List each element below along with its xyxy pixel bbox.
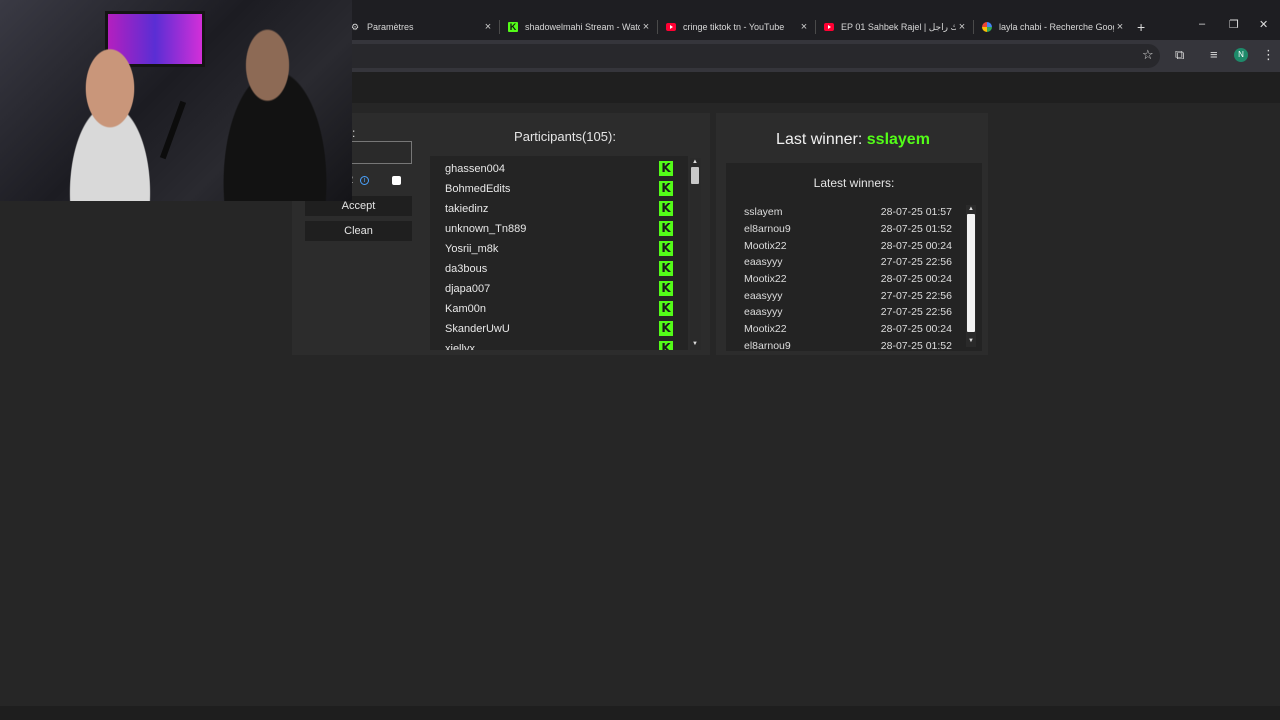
scroll-up-icon[interactable]: ▲: [692, 159, 698, 165]
scroll-down-icon[interactable]: ▼: [692, 341, 698, 347]
kick-icon: K: [659, 261, 673, 276]
bottom-bar: [0, 706, 1280, 720]
list-item: eaasyyy 27-07-25 22:56: [744, 290, 952, 302]
tab-separator: [499, 20, 500, 34]
keyword-input[interactable]: [352, 141, 412, 164]
extensions-icon[interactable]: ⧉: [1175, 47, 1184, 63]
list-item[interactable]: da3bous K: [430, 258, 688, 278]
list-item[interactable]: ghassen004 K: [430, 158, 688, 178]
clean-button[interactable]: Clean: [305, 221, 412, 241]
list-item: eaasyyy 27-07-25 22:56: [744, 306, 952, 318]
close-tab-icon[interactable]: ×: [1114, 21, 1126, 33]
list-item[interactable]: djapa007 K: [430, 278, 688, 298]
close-tab-icon[interactable]: ×: [798, 21, 810, 33]
kick-icon: K: [659, 181, 673, 196]
tab-settings[interactable]: ⚙ Paramètres ×: [350, 14, 494, 40]
profile-avatar[interactable]: N: [1234, 48, 1248, 62]
list-item: eaasyyy 27-07-25 22:56: [744, 256, 952, 268]
latest-winners-title: Latest winners:: [813, 176, 895, 190]
latest-winners-list[interactable]: sslayem 28-07-25 01:57 el8arnou9 28-07-25 …: [726, 203, 966, 351]
list-item: sslayem 28-07-25 01:57: [744, 206, 952, 218]
kick-icon: K: [659, 281, 673, 296]
scroll-down-icon[interactable]: ▼: [968, 338, 974, 344]
list-item[interactable]: SkanderUwU K: [430, 318, 688, 338]
last-winner: Last winner: sslayem: [776, 131, 930, 148]
tab-separator: [657, 20, 658, 34]
restore-button[interactable]: ❐: [1229, 18, 1239, 31]
kick-icon: K: [659, 341, 673, 350]
list-item[interactable]: xiellyx K: [430, 338, 688, 350]
list-item[interactable]: Kam00n K: [430, 298, 688, 318]
tab-google-search[interactable]: layla chabi - Recherche Google ×: [982, 14, 1126, 40]
webcam-person: [200, 20, 350, 201]
kick-icon: K: [659, 221, 673, 236]
scroll-up-icon[interactable]: ▲: [968, 206, 974, 212]
list-item: Mootix22 28-07-25 00:24: [744, 323, 952, 335]
google-icon: [982, 22, 992, 32]
kick-icon: K: [659, 161, 673, 176]
last-winner-name: sslayem: [866, 131, 930, 148]
star-icon[interactable]: ☆: [1142, 47, 1154, 63]
tab-separator: [815, 20, 816, 34]
webcam-person: [40, 40, 180, 201]
participants-scrollbar[interactable]: [690, 158, 701, 350]
list-item: el8arnou9 28-07-25 01:52: [744, 340, 952, 351]
minimize-button[interactable]: –: [1199, 18, 1205, 30]
close-tab-icon[interactable]: ×: [956, 21, 968, 33]
tab-separator: [973, 20, 974, 34]
youtube-icon: [824, 23, 834, 31]
info-icon[interactable]: i: [360, 176, 369, 185]
close-tab-icon[interactable]: ×: [482, 21, 494, 33]
participants-scroll-thumb[interactable]: [691, 167, 699, 184]
new-tab-button[interactable]: +: [1137, 19, 1145, 35]
kick-icon: K: [659, 321, 673, 336]
kick-icon: K: [508, 22, 518, 32]
menu-icon[interactable]: ⋮: [1262, 47, 1275, 63]
option-checkbox[interactable]: [392, 176, 401, 185]
list-item[interactable]: unknown_Tn889 K: [430, 218, 688, 238]
tab-kick-stream[interactable]: K shadowelmahi Stream - Watch ×: [508, 14, 652, 40]
list-item[interactable]: BohmedEdits K: [430, 178, 688, 198]
tab-youtube-cringe[interactable]: cringe tiktok tn - YouTube ×: [666, 14, 810, 40]
close-window-button[interactable]: ✕: [1259, 18, 1268, 31]
tab-youtube-episode[interactable]: EP 01 Sahbek Rajel | صاحبك راجل ×: [824, 14, 968, 40]
list-item: Mootix22 28-07-25 00:24: [744, 273, 952, 285]
close-tab-icon[interactable]: ×: [640, 21, 652, 33]
kick-icon: K: [659, 301, 673, 316]
webcam-overlay: [0, 0, 352, 201]
participants-list[interactable]: ghassen004 K BohmedEdits K takiedinz K unkn…: [430, 156, 688, 350]
screen: ⚙ Paramètres × K shadowelmahi Stream - W…: [0, 0, 1280, 720]
kick-icon: K: [659, 241, 673, 256]
kick-icon: K: [659, 201, 673, 216]
participants-title: Participants(105):: [514, 129, 616, 144]
field-label: :: [352, 126, 356, 140]
winners-scroll-thumb[interactable]: [967, 214, 975, 332]
list-item[interactable]: Yosrii_m8k K: [430, 238, 688, 258]
list-item[interactable]: takiedinz K: [430, 198, 688, 218]
list-item: el8arnou9 28-07-25 01:52: [744, 223, 952, 235]
media-controls-icon[interactable]: ≡: [1210, 47, 1218, 62]
youtube-icon: [666, 23, 676, 31]
list-item: Mootix22 28-07-25 00:24: [744, 240, 952, 252]
